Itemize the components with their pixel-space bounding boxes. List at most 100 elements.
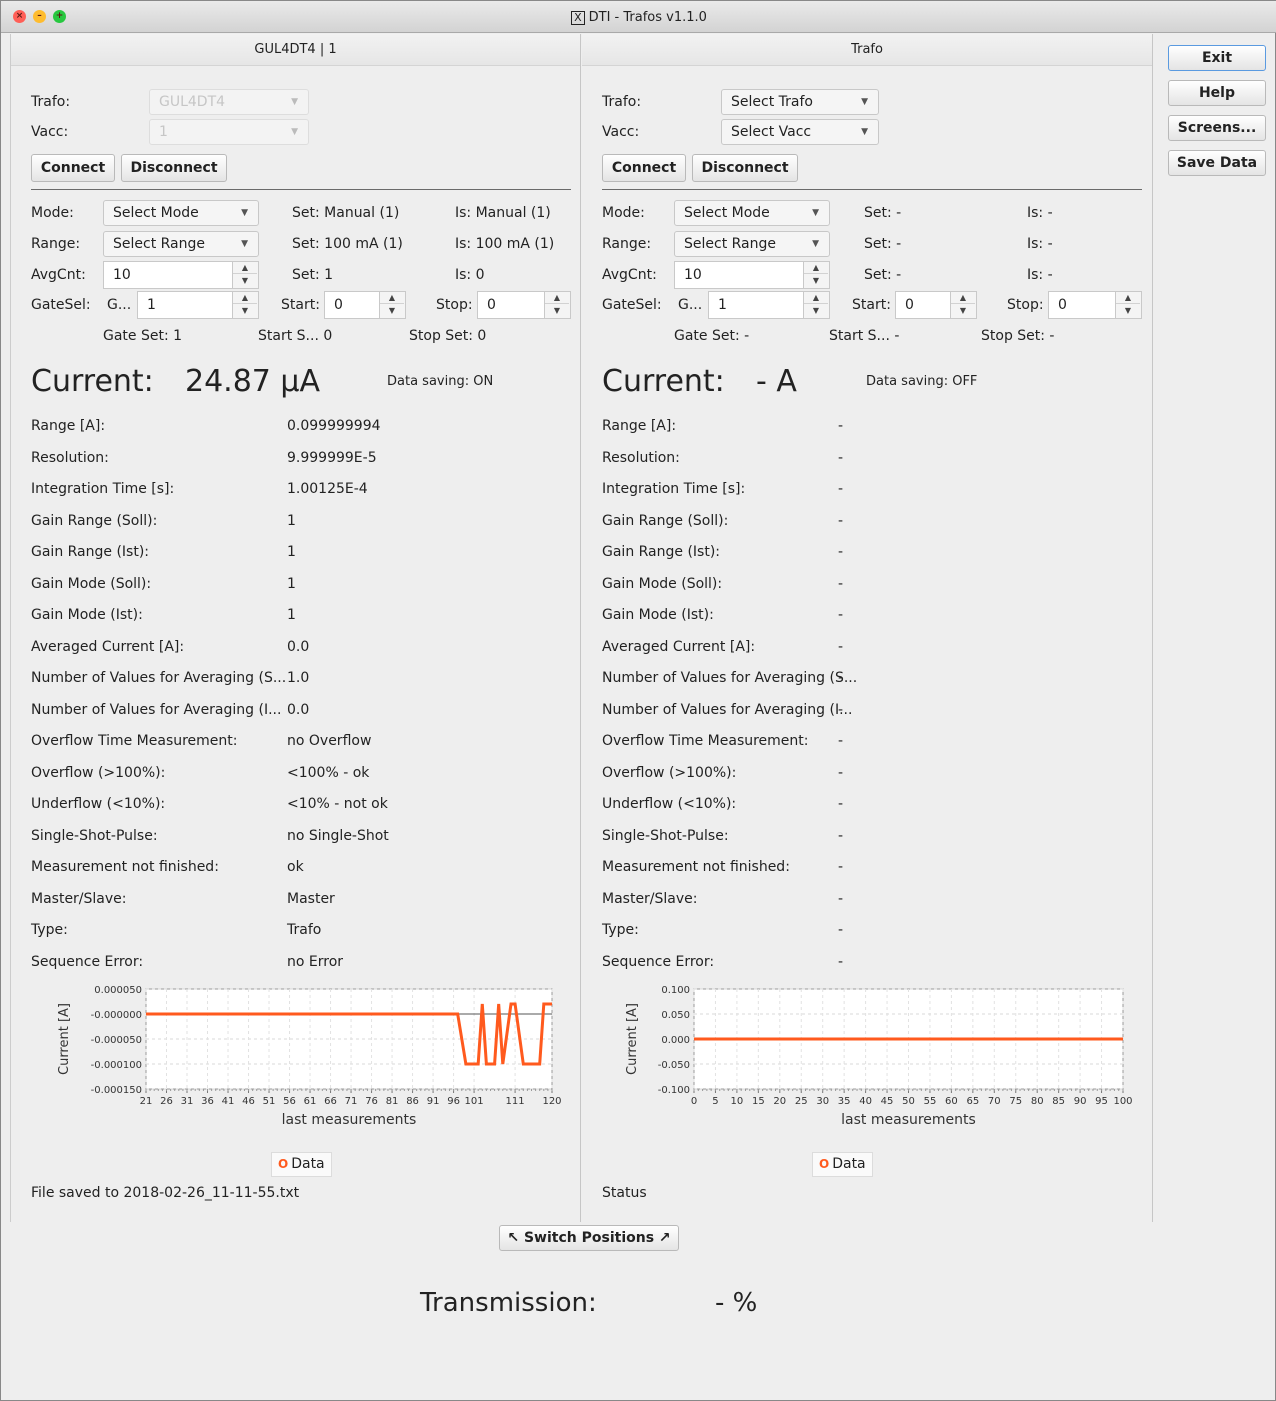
legend-label: Data <box>832 1156 866 1172</box>
current-value: - A <box>756 364 797 399</box>
range-select[interactable]: Select Range ▼ <box>674 231 830 257</box>
property-value: - <box>838 796 844 812</box>
x-tick-label: 20 <box>773 1096 786 1107</box>
property-value: - <box>838 607 844 623</box>
spin-down-icon[interactable]: ▼ <box>233 275 257 287</box>
x-axis-label: last measurements <box>841 1112 976 1128</box>
save-data-button[interactable]: Save Data <box>1168 150 1266 176</box>
exit-button[interactable]: Exit <box>1168 45 1266 71</box>
app-window: × – + X DTI - Trafos v1.1.0 GUL4DT4 | 1 T… <box>0 0 1276 1401</box>
range-select[interactable]: Select Range ▼ <box>103 231 259 257</box>
disconnect-button[interactable]: Disconnect <box>692 154 798 182</box>
spin-up-icon[interactable]: ▲ <box>1116 292 1140 304</box>
vacc-select-value: Select Vacc <box>731 124 812 140</box>
avgcnt-spinner[interactable]: 10 ▲ ▼ <box>674 261 830 289</box>
status-text: Status <box>602 1185 647 1201</box>
vacc-select[interactable]: 1 ▼ <box>149 119 309 145</box>
spin-up-icon[interactable]: ▲ <box>804 262 828 274</box>
current-chart: 0.000050 -0.000000 -0.000050 -0.000100 -0.00… <box>57 985 562 1128</box>
help-button[interactable]: Help <box>1168 80 1266 106</box>
spin-down-icon[interactable]: ▼ <box>545 305 569 317</box>
series-marker-icon: O <box>278 1157 289 1171</box>
disconnect-button[interactable]: Disconnect <box>121 154 227 182</box>
panel-header: GUL4DT4 | 1 <box>11 34 580 66</box>
property-label: Number of Values for Averaging (S... <box>31 670 287 686</box>
start-label: Start: <box>852 297 891 313</box>
property-value: - <box>838 670 844 686</box>
spin-up-icon[interactable]: ▲ <box>804 292 828 304</box>
transmission-label: Transmission: <box>420 1288 597 1318</box>
mode-select[interactable]: Select Mode ▼ <box>103 200 259 226</box>
property-value: - <box>838 481 844 497</box>
property-value: 1 <box>287 544 296 560</box>
gatesel-spinner[interactable]: 1 ▲ ▼ <box>708 291 830 319</box>
connect-button[interactable]: Connect <box>602 154 686 182</box>
start-spinner[interactable]: 0 ▲ ▼ <box>324 291 406 319</box>
spin-down-icon[interactable]: ▼ <box>233 305 257 317</box>
property-label: Resolution: <box>31 449 109 466</box>
spin-down-icon[interactable]: ▼ <box>804 275 828 287</box>
range-select-value: Select Range <box>113 236 206 252</box>
spin-down-icon[interactable]: ▼ <box>380 305 404 317</box>
data-saving-status: Data saving: ON <box>387 374 494 389</box>
y-tick-label: -0.000000 <box>91 1010 142 1021</box>
x-tick-label: 60 <box>945 1096 958 1107</box>
title-bar: × – + X DTI - Trafos v1.1.0 <box>1 1 1276 33</box>
window-title: X DTI - Trafos v1.1.0 <box>1 10 1276 25</box>
property-label: Overflow (>100%): <box>602 764 737 781</box>
x11-icon: X <box>571 11 585 25</box>
data-saving-status: Data saving: OFF <box>866 374 978 389</box>
stop-spinner[interactable]: 0 ▲ ▼ <box>1048 291 1142 319</box>
avgcnt-label: AvgCnt: <box>31 267 86 283</box>
x-tick-label: 56 <box>283 1096 296 1107</box>
y-tick-label: 0.000 <box>661 1035 690 1046</box>
chevron-down-icon: ▼ <box>861 127 868 137</box>
mode-select[interactable]: Select Mode ▼ <box>674 200 830 226</box>
property-value: no Overflow <box>287 733 372 749</box>
property-value: - <box>838 733 844 749</box>
y-tick-label: -0.000100 <box>91 1060 142 1071</box>
y-tick-label: 0.000050 <box>94 985 142 996</box>
property-label: Integration Time [s]: <box>602 481 746 497</box>
property-label: Integration Time [s]: <box>31 481 175 497</box>
start-spinner[interactable]: 0 ▲ ▼ <box>895 291 977 319</box>
spin-up-icon[interactable]: ▲ <box>380 292 404 304</box>
vacc-select[interactable]: Select Vacc ▼ <box>721 119 879 145</box>
stop-value: 0 <box>487 297 496 313</box>
property-label: Overflow Time Measurement: <box>602 733 809 749</box>
property-label: Master/Slave: <box>31 890 127 907</box>
bottom-area: ↖ Switch Positions ↗ <box>1 1223 1276 1401</box>
spin-up-icon[interactable]: ▲ <box>233 292 257 304</box>
trafo-label: Trafo: <box>602 94 642 110</box>
trafo-select[interactable]: GUL4DT4 ▼ <box>149 89 309 115</box>
property-label: Resolution: <box>602 449 680 466</box>
spin-down-icon[interactable]: ▼ <box>1116 305 1140 317</box>
gatesel-spinner[interactable]: 1 ▲ ▼ <box>137 291 259 319</box>
property-label: Single-Shot-Pulse: <box>602 827 729 844</box>
property-value: no Error <box>287 953 344 970</box>
connect-button[interactable]: Connect <box>31 154 115 182</box>
status-text: File saved to 2018-02-26_11-11-55.txt <box>31 1185 300 1201</box>
spin-down-icon[interactable]: ▼ <box>804 305 828 317</box>
spin-up-icon[interactable]: ▲ <box>233 262 257 274</box>
property-value: - <box>838 449 844 466</box>
spin-down-icon[interactable]: ▼ <box>951 305 975 317</box>
property-value: 1.0 <box>287 670 310 686</box>
property-label: Measurement not finished: <box>602 859 790 875</box>
chevron-down-icon: ▼ <box>861 97 868 107</box>
property-label: Gain Range (Ist): <box>31 544 150 560</box>
chevron-down-icon: ▼ <box>241 239 248 249</box>
property-value: ok <box>287 859 304 875</box>
screens-button[interactable]: Screens... <box>1168 115 1266 141</box>
trafo-select[interactable]: Select Trafo ▼ <box>721 89 879 115</box>
spin-up-icon[interactable]: ▲ <box>951 292 975 304</box>
range-label: Range: <box>31 236 81 252</box>
stop-spinner[interactable]: 0 ▲ ▼ <box>477 291 571 319</box>
current-chart: 0.100 0.050 0.000 -0.050 -0.1000 5 10 15 20 25 30 3… <box>625 985 1133 1128</box>
avgcnt-spinner[interactable]: 10 ▲ ▼ <box>103 261 259 289</box>
property-value: - <box>838 575 844 592</box>
spin-up-icon[interactable]: ▲ <box>545 292 569 304</box>
property-label: Gain Mode (Soll): <box>31 575 152 592</box>
switch-positions-button[interactable]: ↖ Switch Positions ↗ <box>499 1225 679 1251</box>
x-tick-label: 46 <box>242 1096 255 1107</box>
